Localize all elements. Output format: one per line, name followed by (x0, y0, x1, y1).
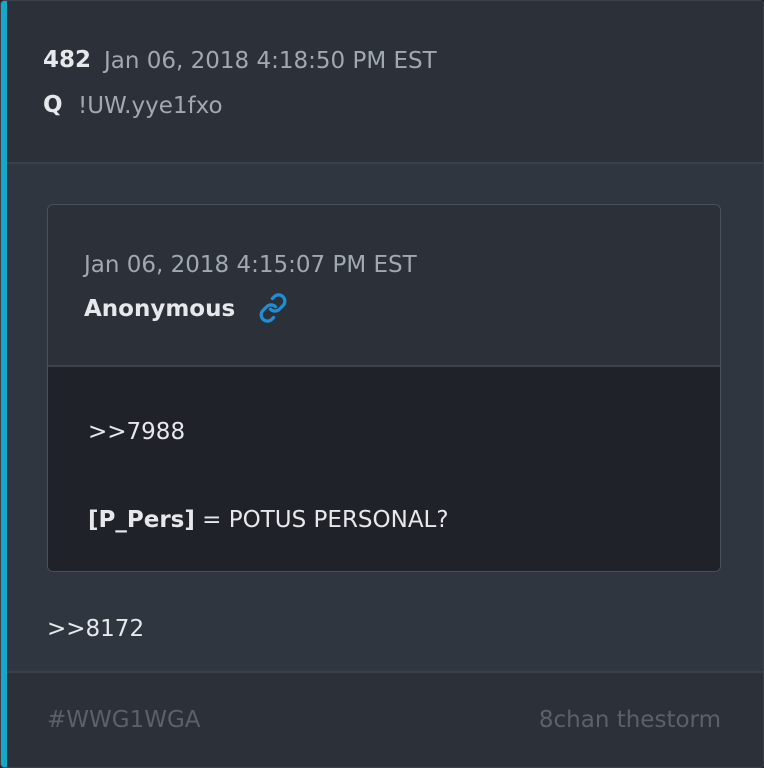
quoted-post-tag: [P_Pers] (88, 507, 195, 533)
reply-reference[interactable]: >>8172 (47, 616, 144, 642)
post-body: Jan 06, 2018 4:15:07 PM EST Anonymous >>… (7, 164, 763, 671)
post-date: Jan 06, 2018 4:18:50 PM EST (104, 48, 437, 74)
link-icon[interactable] (258, 293, 288, 323)
post-card: 482 Jan 06, 2018 4:18:50 PM EST Q !UW.yy… (0, 0, 764, 768)
quoted-post: Jan 06, 2018 4:15:07 PM EST Anonymous >>… (47, 204, 721, 572)
post-number: 482 (43, 47, 92, 73)
source-label: 8chan thestorm (538, 707, 721, 733)
quoted-post-author: Anonymous (84, 296, 236, 322)
quoted-post-date: Jan 06, 2018 4:15:07 PM EST (84, 252, 417, 278)
quoted-post-message: = POTUS PERSONAL? (194, 507, 449, 533)
post-tripcode: !UW.yye1fxo (78, 93, 223, 119)
hashtag: #WWG1WGA (47, 707, 201, 733)
quoted-post-header: Jan 06, 2018 4:15:07 PM EST Anonymous (48, 205, 720, 367)
post-author: Q (43, 92, 63, 118)
quoted-post-text: [P_Pers] = POTUS PERSONAL? (88, 507, 449, 533)
post-header: 482 Jan 06, 2018 4:18:50 PM EST Q !UW.yy… (7, 1, 763, 164)
quoted-post-reference[interactable]: >>7988 (88, 419, 185, 445)
quoted-post-body: >>7988 [P_Pers] = POTUS PERSONAL? (48, 367, 720, 571)
post-footer: #WWG1WGA 8chan thestorm (7, 671, 763, 767)
